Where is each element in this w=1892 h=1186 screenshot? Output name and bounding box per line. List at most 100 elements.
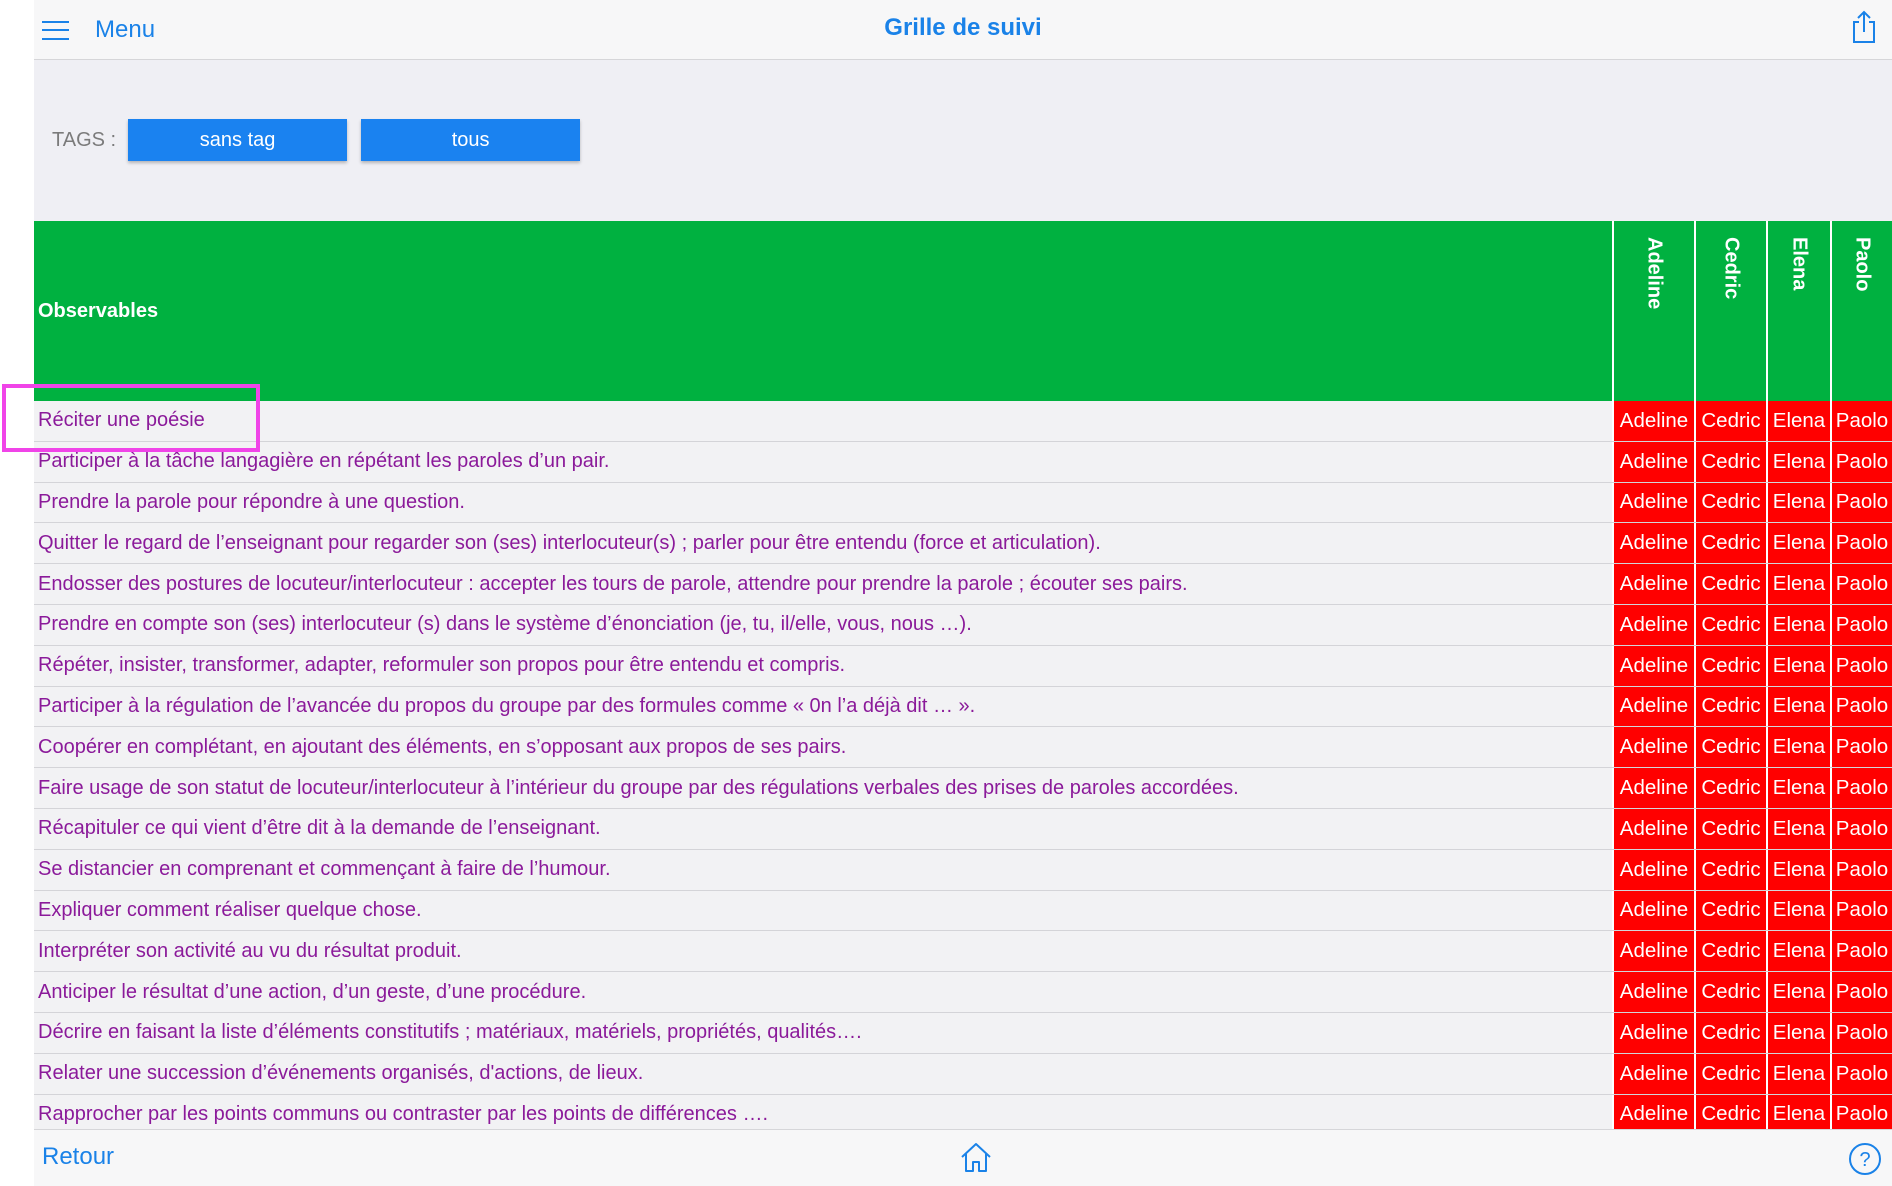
student-cell-adeline[interactable]: Adeline [1612,604,1694,645]
student-cell-adeline[interactable]: Adeline [1612,931,1694,972]
student-cell-elena[interactable]: Elena [1766,1012,1830,1053]
student-cell-elena[interactable]: Elena [1766,1094,1830,1129]
student-cell-elena[interactable]: Elena [1766,1053,1830,1094]
student-cell-paolo[interactable]: Paolo [1830,849,1892,890]
student-cell-adeline[interactable]: Adeline [1612,523,1694,564]
home-icon[interactable] [959,1140,993,1174]
observable-cell[interactable]: Expliquer comment réaliser quelque chose… [34,891,1612,931]
student-cell-cedric[interactable]: Cedric [1694,523,1766,564]
student-cell-paolo[interactable]: Paolo [1830,564,1892,604]
observable-cell[interactable]: Anticiper le résultat d’une action, d’un… [34,972,1612,1012]
student-cell-elena[interactable]: Elena [1766,686,1830,727]
student-cell-paolo[interactable]: Paolo [1830,482,1892,523]
observable-cell[interactable]: Prendre la parole pour répondre à une qu… [34,483,1612,523]
student-cell-cedric[interactable]: Cedric [1694,604,1766,645]
student-cell-cedric[interactable]: Cedric [1694,482,1766,523]
student-cell-elena[interactable]: Elena [1766,604,1830,645]
student-cell-cedric[interactable]: Cedric [1694,808,1766,849]
student-cell-paolo[interactable]: Paolo [1830,441,1892,482]
student-cell-cedric[interactable]: Cedric [1694,931,1766,972]
student-cell-elena[interactable]: Elena [1766,564,1830,604]
student-cell-cedric[interactable]: Cedric [1694,645,1766,686]
observable-cell[interactable]: Quitter le regard de l’enseignant pour r… [34,523,1612,563]
student-cell-adeline[interactable]: Adeline [1612,686,1694,727]
student-cell-adeline[interactable]: Adeline [1612,645,1694,686]
student-cell-paolo[interactable]: Paolo [1830,931,1892,972]
student-cell-adeline[interactable]: Adeline [1612,768,1694,808]
observable-cell[interactable]: Interpréter son activité au vu du résult… [34,931,1612,971]
student-cell-paolo[interactable]: Paolo [1830,604,1892,645]
student-cell-paolo[interactable]: Paolo [1830,686,1892,727]
student-cell-cedric[interactable]: Cedric [1694,768,1766,808]
student-cell-paolo[interactable]: Paolo [1830,808,1892,849]
student-cell-adeline[interactable]: Adeline [1612,727,1694,768]
help-icon[interactable]: ? [1848,1142,1882,1176]
student-cell-paolo[interactable]: Paolo [1830,645,1892,686]
student-cell-adeline[interactable]: Adeline [1612,441,1694,482]
student-cell-elena[interactable]: Elena [1766,931,1830,972]
observable-cell[interactable]: Réciter une poésie [34,401,1612,441]
observable-cell[interactable]: Relater une succession d’événements orga… [34,1054,1612,1094]
student-cell-cedric[interactable]: Cedric [1694,1094,1766,1129]
student-cell-elena[interactable]: Elena [1766,727,1830,768]
student-cell-elena[interactable]: Elena [1766,523,1830,564]
student-cell-paolo[interactable]: Paolo [1830,1012,1892,1053]
student-cell-paolo[interactable]: Paolo [1830,890,1892,931]
student-cell-paolo[interactable]: Paolo [1830,1094,1892,1129]
student-cell-adeline[interactable]: Adeline [1612,1094,1694,1129]
student-header-paolo[interactable]: Paolo [1830,221,1892,401]
student-cell-cedric[interactable]: Cedric [1694,727,1766,768]
observable-cell[interactable]: Participer à la tâche langagière en répé… [34,442,1612,482]
student-header-elena[interactable]: Elena [1766,221,1830,401]
observable-cell[interactable]: Prendre en compte son (ses) interlocuteu… [34,605,1612,645]
observable-cell[interactable]: Coopérer en complétant, en ajoutant des … [34,727,1612,767]
student-cell-elena[interactable]: Elena [1766,441,1830,482]
student-cell-adeline[interactable]: Adeline [1612,972,1694,1012]
student-cell-paolo[interactable]: Paolo [1830,727,1892,768]
student-cell-elena[interactable]: Elena [1766,972,1830,1012]
student-cell-adeline[interactable]: Adeline [1612,564,1694,604]
student-cell-elena[interactable]: Elena [1766,482,1830,523]
tag-button-sans-tag[interactable]: sans tag [128,119,348,161]
observable-cell[interactable]: Répéter, insister, transformer, adapter,… [34,646,1612,686]
student-cell-paolo[interactable]: Paolo [1830,768,1892,808]
student-cell-adeline[interactable]: Adeline [1612,401,1694,441]
student-cell-elena[interactable]: Elena [1766,768,1830,808]
student-cell-adeline[interactable]: Adeline [1612,849,1694,890]
observable-cell[interactable]: Faire usage de son statut de locuteur/in… [34,768,1612,808]
student-cell-elena[interactable]: Elena [1766,645,1830,686]
student-cell-adeline[interactable]: Adeline [1612,1012,1694,1053]
observable-cell[interactable]: Endosser des postures de locuteur/interl… [34,564,1612,604]
student-cell-cedric[interactable]: Cedric [1694,972,1766,1012]
observable-cell[interactable]: Rapprocher par les points communs ou con… [34,1095,1612,1129]
student-cell-elena[interactable]: Elena [1766,401,1830,441]
student-cell-paolo[interactable]: Paolo [1830,1053,1892,1094]
student-cell-adeline[interactable]: Adeline [1612,808,1694,849]
student-header-adeline[interactable]: Adeline [1612,221,1694,401]
back-button[interactable]: Retour [42,1143,114,1171]
student-cell-cedric[interactable]: Cedric [1694,1053,1766,1094]
observable-cell[interactable]: Décrire en faisant la liste d’éléments c… [34,1013,1612,1053]
student-cell-adeline[interactable]: Adeline [1612,482,1694,523]
tag-button-tous[interactable]: tous [361,119,581,161]
student-cell-elena[interactable]: Elena [1766,849,1830,890]
student-cell-cedric[interactable]: Cedric [1694,890,1766,931]
student-cell-paolo[interactable]: Paolo [1830,523,1892,564]
student-cell-cedric[interactable]: Cedric [1694,1012,1766,1053]
student-cell-adeline[interactable]: Adeline [1612,890,1694,931]
student-cell-cedric[interactable]: Cedric [1694,564,1766,604]
student-cell-paolo[interactable]: Paolo [1830,401,1892,441]
student-cell-cedric[interactable]: Cedric [1694,441,1766,482]
observable-cell[interactable]: Se distancier en comprenant et commençan… [34,850,1612,890]
observable-cell[interactable]: Récapituler ce qui vient d’être dit à la… [34,809,1612,849]
student-cell-cedric[interactable]: Cedric [1694,401,1766,441]
student-cell-adeline[interactable]: Adeline [1612,1053,1694,1094]
share-icon[interactable] [1850,10,1878,44]
student-cell-cedric[interactable]: Cedric [1694,849,1766,890]
student-cell-paolo[interactable]: Paolo [1830,972,1892,1012]
student-header-cedric[interactable]: Cedric [1694,221,1766,401]
student-cell-cedric[interactable]: Cedric [1694,686,1766,727]
observable-cell[interactable]: Participer à la régulation de l’avancée … [34,687,1612,727]
student-cell-elena[interactable]: Elena [1766,808,1830,849]
student-cell-elena[interactable]: Elena [1766,890,1830,931]
